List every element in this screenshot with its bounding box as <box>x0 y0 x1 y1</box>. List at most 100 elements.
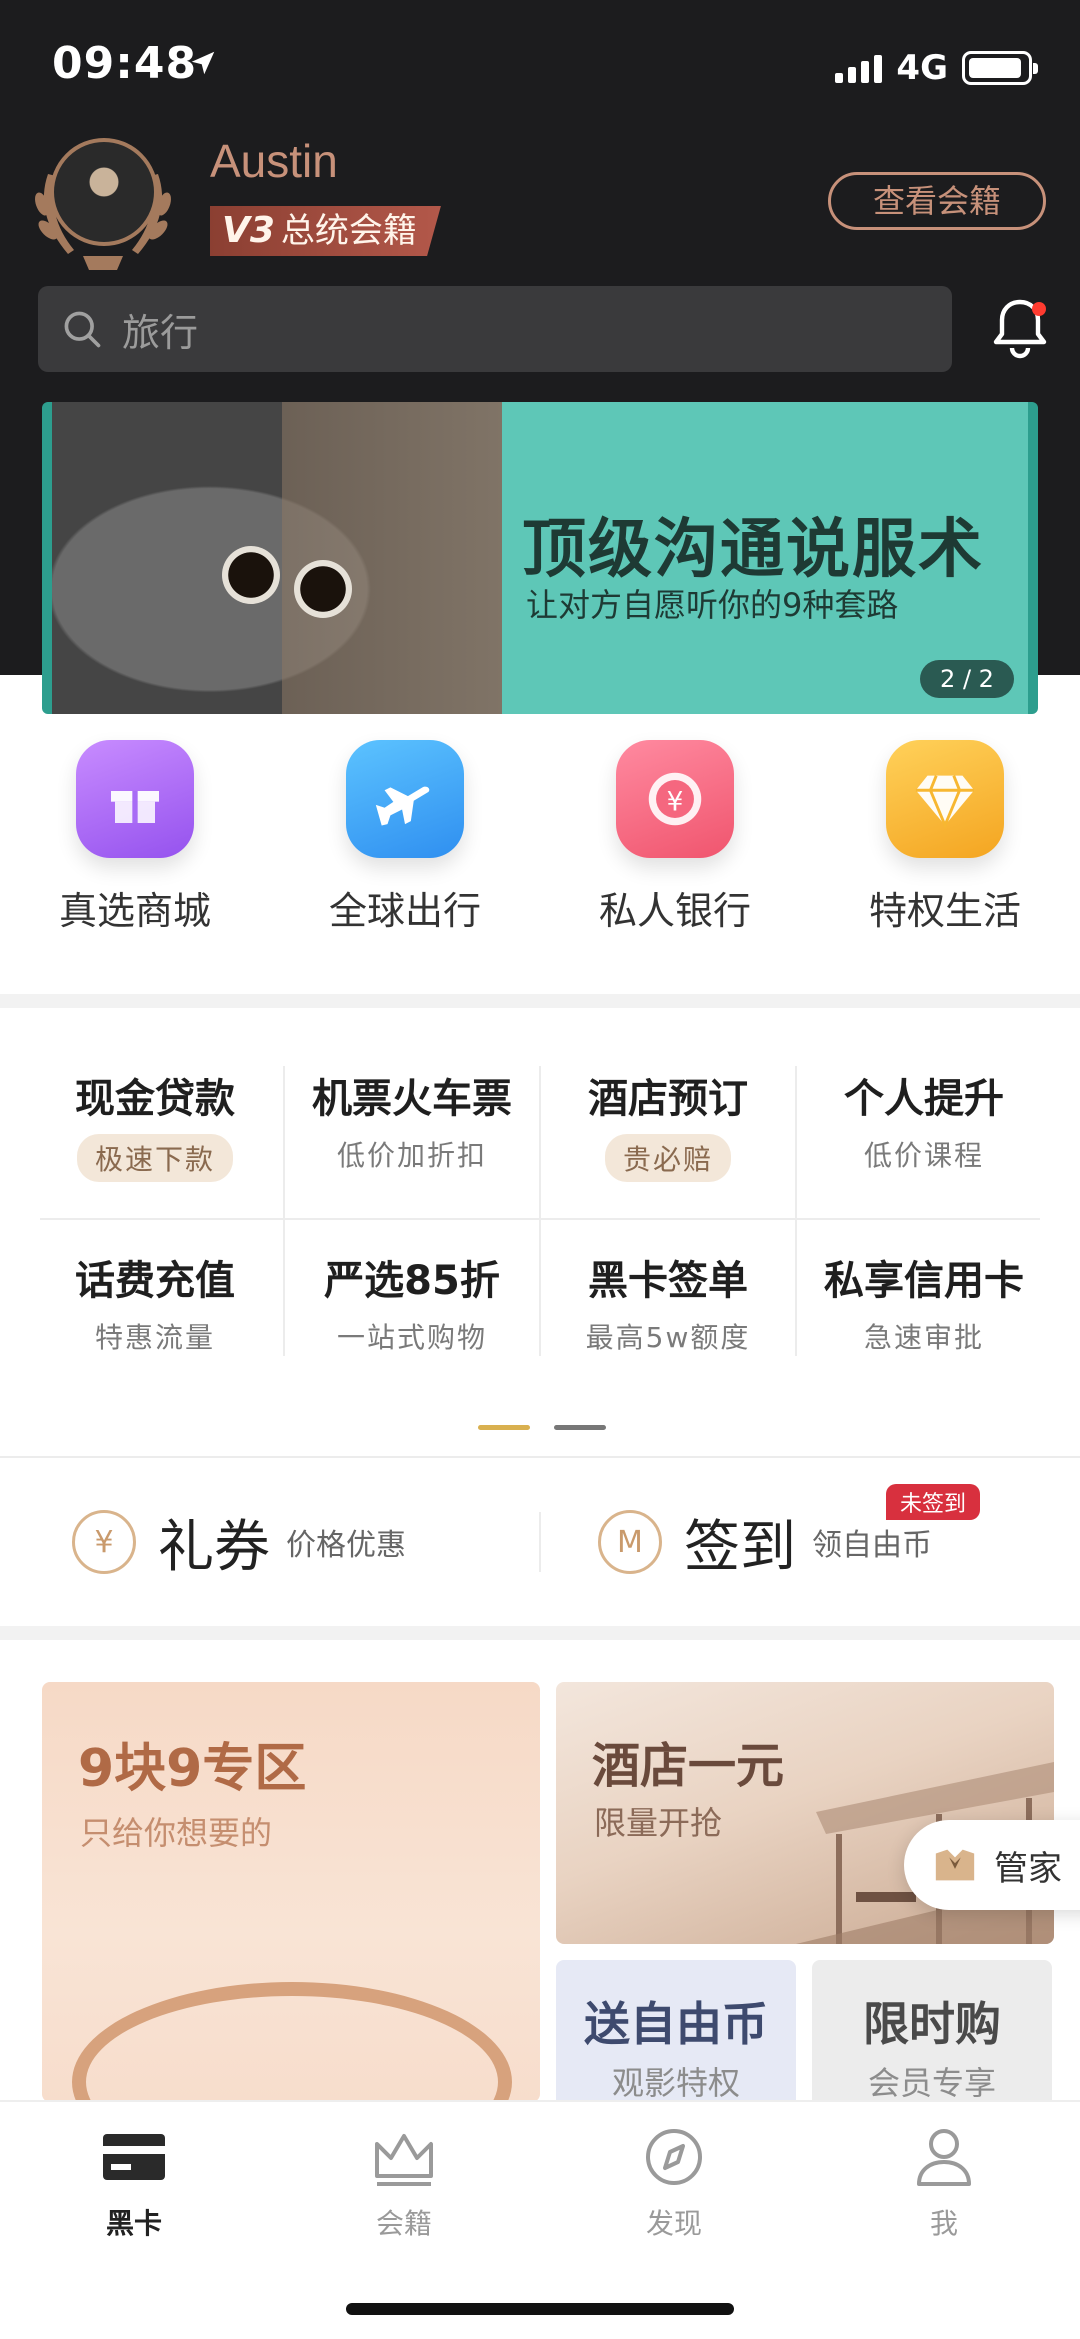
service-title: 机票火车票 <box>312 1076 512 1122</box>
vip-tier: 总统会籍 <box>280 211 417 251</box>
person-icon <box>917 2129 971 2186</box>
service-title: 严选85折 <box>324 1258 500 1304</box>
service-self-improvement[interactable]: 个人提升 低价课程 <box>796 1010 1052 1190</box>
promo-title: 酒店一元 <box>592 1738 785 1794</box>
banner-title: 顶级沟通说服术 <box>522 513 984 587</box>
service-title: 黑卡签单 <box>588 1258 748 1304</box>
diamond-icon <box>886 740 1004 858</box>
grid-page-indicator <box>478 1425 606 1430</box>
grid-divider <box>795 1066 797 1356</box>
grid-divider <box>283 1066 285 1356</box>
tab-label: 发现 <box>645 2207 702 2240</box>
promo-card-free-coins[interactable]: 送自由币 观影特权 <box>556 1960 796 2120</box>
coupon-icon: ¥ <box>72 1510 136 1574</box>
quick-item-mall[interactable]: 真选商城 <box>0 740 270 980</box>
promo-subtitle: 观影特权 <box>611 2064 740 2102</box>
avatar-photo <box>50 138 158 246</box>
view-membership-button[interactable]: 查看会籍 <box>828 172 1046 230</box>
promo-card-nine-nine[interactable]: 9块9专区 只给你想要的 <box>42 1682 540 2102</box>
coin-icon: M <box>598 1510 662 1574</box>
profile-section: Austin V3 总统会籍 查看会籍 <box>0 130 1080 280</box>
tab-me[interactable]: 我 <box>844 2124 1044 2244</box>
row-divider <box>539 1512 541 1572</box>
service-title: 个人提升 <box>844 1076 1004 1122</box>
tab-membership[interactable]: 会籍 <box>304 2124 504 2244</box>
promo-card-flash-sale[interactable]: 限时购 会员专享 <box>812 1960 1052 2120</box>
quick-item-travel[interactable]: 全球出行 <box>270 740 540 980</box>
butler-button[interactable]: 管家 <box>904 1820 1080 1910</box>
status-time: 09:48 <box>52 38 198 89</box>
bangle-image <box>72 1982 512 2102</box>
svg-text:¥: ¥ <box>667 788 684 818</box>
promo-banner[interactable]: 顶级沟通说服术 让对方自愿听你的9种套路 2 / 2 <box>42 402 1038 714</box>
airplane-icon <box>346 740 464 858</box>
vip-level: V3 <box>222 210 275 251</box>
gift-icon <box>76 740 194 858</box>
tab-discover[interactable]: 发现 <box>574 2124 774 2244</box>
service-title: 酒店预订 <box>588 1076 748 1122</box>
coupon-title: 礼券 <box>158 1514 270 1580</box>
quick-item-bank[interactable]: ¥ 私人银行 <box>540 740 810 980</box>
tab-label: 我 <box>929 2207 958 2240</box>
service-subtitle: 低价课程 <box>863 1139 984 1172</box>
tab-label: 会籍 <box>375 2207 432 2240</box>
service-title: 现金贷款 <box>75 1076 235 1122</box>
service-subtitle: 一站式购物 <box>336 1321 487 1354</box>
service-pill: 极速下款 <box>76 1134 233 1182</box>
signal-icon <box>835 53 883 83</box>
unsigned-badge: 未签到 <box>886 1484 981 1520</box>
coffee-cup-icon <box>294 560 352 618</box>
compass-icon <box>646 2129 702 2185</box>
network-label: 4G <box>896 48 948 88</box>
coupon-entry[interactable]: ¥ 礼券 价格优惠 <box>72 1472 406 1612</box>
tab-black-card[interactable]: 黑卡 <box>34 2124 234 2244</box>
promo-subtitle: 限量开抢 <box>594 1804 723 1842</box>
quick-item-label: 私人银行 <box>598 889 751 933</box>
page-dot <box>554 1425 606 1430</box>
notification-dot <box>1032 302 1046 316</box>
service-subtitle: 急速审批 <box>863 1321 984 1354</box>
vip-badge: V3 总统会籍 <box>210 206 441 256</box>
home-indicator <box>346 2303 734 2315</box>
service-tickets[interactable]: 机票火车票 低价加折扣 <box>284 1010 540 1190</box>
signin-entry[interactable]: M 签到 领自由币 <box>598 1472 932 1612</box>
section-divider <box>0 994 1080 1008</box>
quick-item-privilege[interactable]: 特权生活 <box>810 740 1080 980</box>
butler-icon <box>935 1849 975 1881</box>
crown-icon <box>375 2134 433 2186</box>
search-input[interactable]: 旅行 <box>38 286 952 372</box>
banner-subtitle: 让对方自愿听你的9种套路 <box>526 586 899 624</box>
location-arrow-icon <box>191 51 215 75</box>
service-pill: 贵必赔 <box>604 1134 731 1182</box>
service-subtitle: 特惠流量 <box>94 1321 215 1354</box>
service-title: 私享信用卡 <box>824 1258 1024 1304</box>
search-icon <box>64 311 101 348</box>
username: Austin <box>210 135 338 187</box>
service-title: 话费充值 <box>75 1258 235 1304</box>
signin-title: 签到 <box>684 1514 796 1580</box>
quick-item-label: 真选商城 <box>58 889 211 933</box>
status-bar: 09:48 4G <box>0 0 1080 130</box>
quick-item-label: 全球出行 <box>328 889 481 933</box>
yen-coin-icon: ¥ <box>616 740 734 858</box>
banner-pager: 2 / 2 <box>920 660 1014 698</box>
promo-title: 送自由币 <box>584 1997 768 2051</box>
avatar[interactable] <box>28 134 178 270</box>
banner-photo <box>52 402 502 714</box>
butler-label: 管家 <box>994 1848 1062 1889</box>
grid-divider <box>539 1066 541 1356</box>
signin-subtitle: 领自由币 <box>812 1528 932 1563</box>
quick-icons: 真选商城 全球出行 ¥ 私人银行 特权生活 <box>0 740 1080 980</box>
promo-title: 限时购 <box>863 1997 1001 2051</box>
service-subtitle: 最高5w额度 <box>585 1321 751 1354</box>
search-placeholder: 旅行 <box>122 310 199 355</box>
promo-subtitle: 只给你想要的 <box>80 1814 273 1852</box>
service-hotel[interactable]: 酒店预订 贵必赔 <box>540 1010 796 1190</box>
service-cash-loan[interactable]: 现金贷款 极速下款 <box>27 1010 283 1190</box>
promo-title: 9块9专区 <box>78 1739 307 1799</box>
services-grid: 现金贷款 极速下款 机票火车票 低价加折扣 酒店预订 贵必赔 个人提升 低价课程… <box>0 1010 1080 1370</box>
battery-icon <box>962 51 1038 85</box>
service-subtitle: 低价加折扣 <box>336 1139 487 1172</box>
grid-divider <box>40 1218 1040 1220</box>
status-indicators: 4G <box>835 48 1038 88</box>
